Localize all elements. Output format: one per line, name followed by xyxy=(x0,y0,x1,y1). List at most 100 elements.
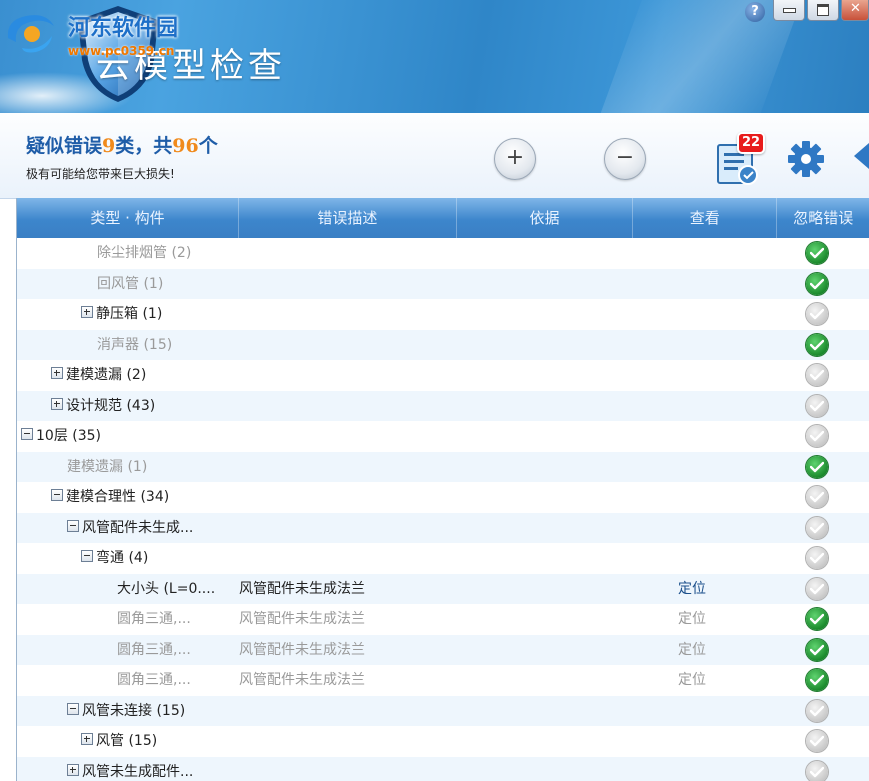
tree-row[interactable]: 建模遗漏 (1) xyxy=(17,451,869,483)
row-label: 建模遗漏 (1) xyxy=(67,452,147,483)
ignore-check-icon[interactable] xyxy=(806,272,828,295)
tree-row[interactable]: 圆角三通,... 风管配件未生成法兰 定位 xyxy=(17,604,869,635)
collapse-icon[interactable] xyxy=(51,489,63,501)
ignore-check-icon[interactable] xyxy=(806,638,828,661)
tree-row[interactable]: 除尘排烟管 (2) xyxy=(17,238,869,269)
ignore-check-icon[interactable] xyxy=(806,760,828,781)
ignore-check-icon[interactable] xyxy=(806,669,828,691)
help-button[interactable]: ? xyxy=(745,2,765,22)
row-label: 风管未生成配件... xyxy=(67,757,193,781)
tree-row[interactable]: 静压箱 (1) xyxy=(17,299,869,330)
tree-row[interactable]: 消声器 (15) xyxy=(17,329,869,360)
tree-row[interactable]: 圆角三通,... 风管配件未生成法兰 定位 xyxy=(17,665,869,696)
row-label: 设计规范 (43) xyxy=(51,391,155,422)
gear-icon[interactable] xyxy=(786,139,826,179)
row-label-text: 建模遗漏 (1) xyxy=(67,458,148,475)
collapse-icon[interactable] xyxy=(67,519,79,532)
row-description: 风管配件未生成法兰 xyxy=(239,580,365,597)
collapse-icon[interactable] xyxy=(81,550,93,562)
ignore-check-icon[interactable] xyxy=(806,577,828,600)
row-label-text: 弯通 (4) xyxy=(96,550,149,566)
window-controls: ? ✕ xyxy=(745,0,869,22)
locate-link[interactable]: 定位 xyxy=(678,574,706,605)
tree-row[interactable]: 建模遗漏 (2) xyxy=(17,360,869,391)
expand-all-button[interactable]: + xyxy=(494,138,536,180)
expand-icon[interactable] xyxy=(51,397,63,410)
ignore-check-icon[interactable] xyxy=(806,516,828,539)
watermark-name: 河东软件园 xyxy=(68,16,179,41)
column-header-ignore[interactable]: 忽略错误 xyxy=(777,198,869,238)
row-description: 风管配件未生成法兰 xyxy=(239,641,365,658)
tree-row[interactable]: 大小头 (L=0.... 风管配件未生成法兰 定位 xyxy=(17,573,869,605)
row-label-text: 消声器 (15) xyxy=(97,336,173,353)
column-header-basis[interactable]: 依据 xyxy=(457,198,634,238)
tree-row[interactable]: 风管未生成配件... xyxy=(17,756,869,781)
row-label: 建模合理性 (34) xyxy=(51,482,169,513)
error-summary: 疑似错误9类，共96个 xyxy=(26,131,218,158)
row-label-text: 10层 (35) xyxy=(36,428,102,444)
locate-link[interactable]: 定位 xyxy=(678,665,706,696)
tree-row[interactable]: 弯通 (4) xyxy=(17,543,869,574)
row-label: 圆角三通,... xyxy=(117,604,191,635)
tree-row[interactable]: 10层 (35) xyxy=(17,421,869,452)
locate-link[interactable]: 定位 xyxy=(678,604,706,635)
ignore-check-icon[interactable] xyxy=(806,333,828,356)
ignore-check-icon[interactable] xyxy=(806,608,828,630)
tree-row[interactable]: 建模合理性 (34) xyxy=(17,482,869,513)
ignore-check-icon[interactable] xyxy=(806,486,828,508)
locate-link[interactable]: 定位 xyxy=(678,635,706,666)
minimize-button[interactable] xyxy=(773,0,805,21)
ignore-check-icon[interactable] xyxy=(806,425,828,447)
expand-icon[interactable] xyxy=(51,367,63,379)
collapse-icon[interactable] xyxy=(21,428,33,440)
row-label-text: 建模合理性 (34) xyxy=(66,489,170,505)
expand-icon[interactable] xyxy=(81,733,93,745)
close-icon: ✕ xyxy=(850,1,861,16)
row-label-text: 圆角三通,... xyxy=(117,672,191,688)
expand-icon[interactable] xyxy=(81,306,93,318)
maximize-button[interactable] xyxy=(807,0,839,21)
ignore-check-icon[interactable] xyxy=(806,730,828,752)
collapse-all-button[interactable]: − xyxy=(604,138,646,180)
row-description: 风管配件未生成法兰 xyxy=(239,672,365,688)
back-arrow-icon[interactable] xyxy=(852,141,869,171)
row-label: 除尘排烟管 (2) xyxy=(97,238,191,269)
report-count-badge: 22 xyxy=(737,132,765,154)
row-label: 风管 (15) xyxy=(81,726,157,757)
row-label-text: 风管未连接 (15) xyxy=(82,702,186,719)
tree-row[interactable]: 风管未连接 (15) xyxy=(17,695,869,726)
app-window: 云模型检查 河东软件园 www.pc0359.cn ? ✕ 疑似错误9类，共96… xyxy=(0,0,869,781)
collapse-icon[interactable] xyxy=(67,702,79,715)
row-label-text: 设计规范 (43) xyxy=(66,397,156,414)
error-tree: 除尘排烟管 (2) 回风管 (1) 静压箱 (1) 消声器 (15) 建模遗漏 (2) 设… xyxy=(17,238,869,781)
row-label-text: 圆角三通,... xyxy=(117,611,191,627)
minimize-icon xyxy=(783,8,796,13)
row-label: 圆角三通,... xyxy=(117,635,191,666)
row-label-text: 风管 (15) xyxy=(96,733,158,749)
tree-row[interactable]: 设计规范 (43) xyxy=(17,390,869,422)
ignore-check-icon[interactable] xyxy=(806,303,828,325)
tree-row[interactable]: 圆角三通,... 风管配件未生成法兰 定位 xyxy=(17,634,869,666)
column-header-type[interactable]: 类型 · 构件 xyxy=(17,198,239,238)
row-label-text: 风管配件未生成... xyxy=(82,519,194,536)
tree-row[interactable]: 回风管 (1) xyxy=(17,268,869,299)
tree-row[interactable]: 风管配件未生成... xyxy=(17,512,869,543)
close-button[interactable]: ✕ xyxy=(841,0,869,21)
column-header-view[interactable]: 查看 xyxy=(633,198,778,238)
row-label-text: 大小头 (L=0.... xyxy=(117,580,216,597)
expand-icon[interactable] xyxy=(67,763,79,776)
summary-middle: 类，共 xyxy=(115,135,173,157)
ignore-check-icon[interactable] xyxy=(806,455,828,478)
ignore-check-icon[interactable] xyxy=(806,547,828,569)
summary-suffix: 个 xyxy=(198,135,218,157)
ignore-check-icon[interactable] xyxy=(806,364,828,386)
ignore-check-icon[interactable] xyxy=(806,699,828,722)
ignore-check-icon[interactable] xyxy=(806,394,828,417)
row-label: 10层 (35) xyxy=(21,421,101,452)
ignore-check-icon[interactable] xyxy=(806,242,828,264)
row-label-text: 圆角三通,... xyxy=(117,641,191,658)
row-label: 弯通 (4) xyxy=(81,543,148,574)
column-header-description[interactable]: 错误描述 xyxy=(239,198,457,238)
total-count: 96 xyxy=(172,135,199,157)
tree-row[interactable]: 风管 (15) xyxy=(17,726,869,757)
